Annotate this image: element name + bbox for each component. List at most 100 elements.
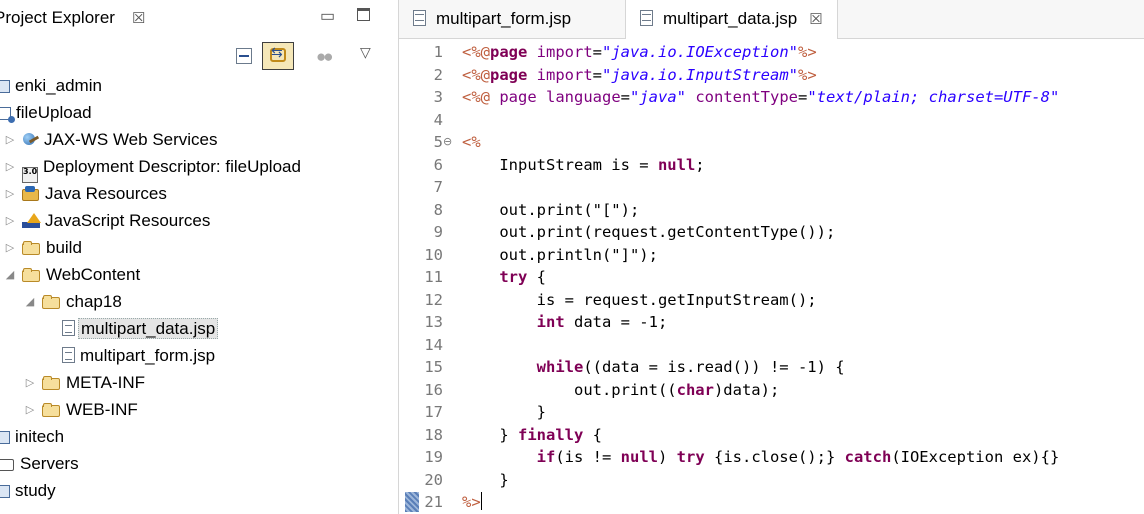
tab-label: multipart_form.jsp	[436, 9, 572, 28]
tree-item[interactable]: study	[0, 478, 56, 504]
maximize-icon[interactable]	[357, 8, 370, 21]
jsp-file-icon	[413, 10, 426, 26]
fold-collapse-icon[interactable]: ⊖	[443, 135, 452, 148]
line-number: 11	[424, 268, 443, 286]
code-token: InputStream is =	[462, 155, 658, 174]
tab-multipart-form[interactable]: multipart_form.jsp	[413, 0, 571, 38]
tree-item-label: initech	[15, 427, 65, 446]
code-token: ((data = is.read()) != -1) {	[583, 358, 845, 376]
tree-item[interactable]: fileUpload	[0, 100, 92, 126]
tree-item[interactable]: multipart_data.jsp	[44, 316, 219, 342]
line-number: 13	[424, 313, 443, 331]
tab-multipart-data[interactable]: multipart_data.jsp ☒	[625, 0, 838, 39]
collapsed-arrow-icon[interactable]: ▷	[4, 208, 16, 234]
tree-item[interactable]: ▷ build	[4, 235, 82, 261]
code-token: "text/plain; charset=UTF-8"	[807, 88, 1060, 106]
link-with-editor-icon[interactable]	[262, 42, 294, 70]
code-token: "java.io.InputStream"	[602, 65, 798, 84]
tree-item[interactable]: multipart_form.jsp	[44, 343, 215, 369]
expanded-arrow-icon[interactable]: ◢	[4, 262, 16, 288]
view-title: Project Explorer	[0, 8, 115, 27]
close-view-icon[interactable]: ☒	[132, 9, 145, 27]
tree-item[interactable]: ▷ 3.0 Deployment Descriptor: fileUpload	[4, 154, 301, 183]
close-tab-icon[interactable]: ☒	[809, 11, 822, 28]
code-line: } finally {	[462, 424, 602, 447]
collapse-all-icon[interactable]	[236, 48, 252, 64]
tree-item-label: JavaScript Resources	[45, 211, 211, 230]
code-token: =	[592, 43, 603, 61]
code-token: (is !=	[555, 448, 621, 466]
tree-item[interactable]: ▷ META-INF	[24, 370, 145, 396]
code-line: try {	[462, 266, 546, 289]
line-number: 10	[424, 245, 443, 264]
code-token: char	[676, 380, 714, 399]
view-menu-icon[interactable]: ▽	[360, 44, 371, 61]
tree-item-label: study	[15, 481, 56, 500]
code-token: {	[527, 268, 546, 286]
code-token: =	[798, 88, 808, 106]
collapsed-arrow-icon[interactable]: ▷	[24, 370, 36, 396]
code-line: out.print("[");	[462, 199, 639, 222]
tree-item[interactable]: ▷ WEB-INF	[24, 397, 138, 423]
line-number: 19	[424, 448, 443, 466]
collapsed-arrow-icon[interactable]: ▷	[4, 127, 16, 153]
line-number: 4	[433, 110, 443, 129]
folder-icon	[22, 241, 41, 255]
tree-item[interactable]: ▷ Java Resources	[4, 181, 167, 207]
project-explorer-tab[interactable]: Project Explorer ☒ ▭	[0, 0, 398, 38]
tree-item-label: WEB-INF	[66, 400, 138, 419]
code-token: page	[499, 88, 537, 106]
minimize-icon[interactable]: ▭	[320, 6, 335, 26]
tree-item[interactable]: ▷ JAX-WS Web Services	[4, 127, 218, 153]
collapsed-arrow-icon[interactable]: ▷	[24, 397, 36, 423]
code-line: }	[462, 401, 546, 424]
code-token: finally	[518, 425, 584, 444]
editor-tab-bar: multipart_form.jsp multipart_data.jsp ☒	[399, 0, 1144, 39]
code-token: null	[620, 448, 658, 466]
code-token: %>	[462, 493, 481, 511]
focus-on-active-task-icon[interactable]: ●●	[316, 47, 333, 67]
code-token: =	[620, 88, 630, 106]
code-line: <%@page import="java.io.IOException"%>	[462, 41, 817, 64]
tree-item[interactable]: Servers	[0, 451, 79, 477]
project-icon	[0, 80, 10, 93]
code-line: int data = -1;	[462, 311, 668, 334]
collapsed-arrow-icon[interactable]: ▷	[4, 235, 16, 261]
tree-item[interactable]: ◢ WebContent	[4, 262, 140, 288]
line-number: 5	[433, 133, 443, 151]
code-line: <%	[462, 131, 481, 154]
code-token: "java"	[630, 88, 686, 106]
line-number: 8	[433, 200, 443, 219]
tree-item[interactable]: ◢ chap18	[24, 289, 122, 315]
code-line: InputStream is = null;	[462, 154, 704, 177]
line-number: 20	[424, 470, 443, 489]
servers-folder-icon	[0, 457, 15, 471]
collapsed-arrow-icon[interactable]: ▷	[4, 181, 16, 207]
tree-item[interactable]: initech	[0, 424, 64, 450]
jsp-file-icon	[62, 347, 75, 363]
line-number: 12	[424, 290, 443, 309]
code-line: out.print(request.getContentType());	[462, 221, 835, 244]
code-token: while	[536, 358, 584, 376]
code-token: is = request.getInputStream();	[462, 290, 817, 309]
code-token: "java.io.IOException"	[602, 43, 798, 61]
code-token: }	[462, 470, 509, 489]
line-number: 14	[424, 335, 443, 354]
code-token: =	[592, 65, 603, 84]
collapsed-arrow-icon[interactable]: ▷	[4, 154, 16, 180]
code-token: contentType	[695, 88, 798, 106]
expanded-arrow-icon[interactable]: ◢	[24, 289, 36, 315]
code-token: out.print("[");	[462, 200, 640, 219]
tree-item[interactable]: enki_admin	[0, 73, 102, 99]
code-line: out.print((char)data);	[462, 379, 779, 402]
code-token: <%	[462, 133, 481, 151]
line-number: 17	[424, 403, 443, 421]
tree-item[interactable]: ▷ JavaScript Resources	[4, 208, 211, 234]
code-token: }	[462, 403, 546, 421]
